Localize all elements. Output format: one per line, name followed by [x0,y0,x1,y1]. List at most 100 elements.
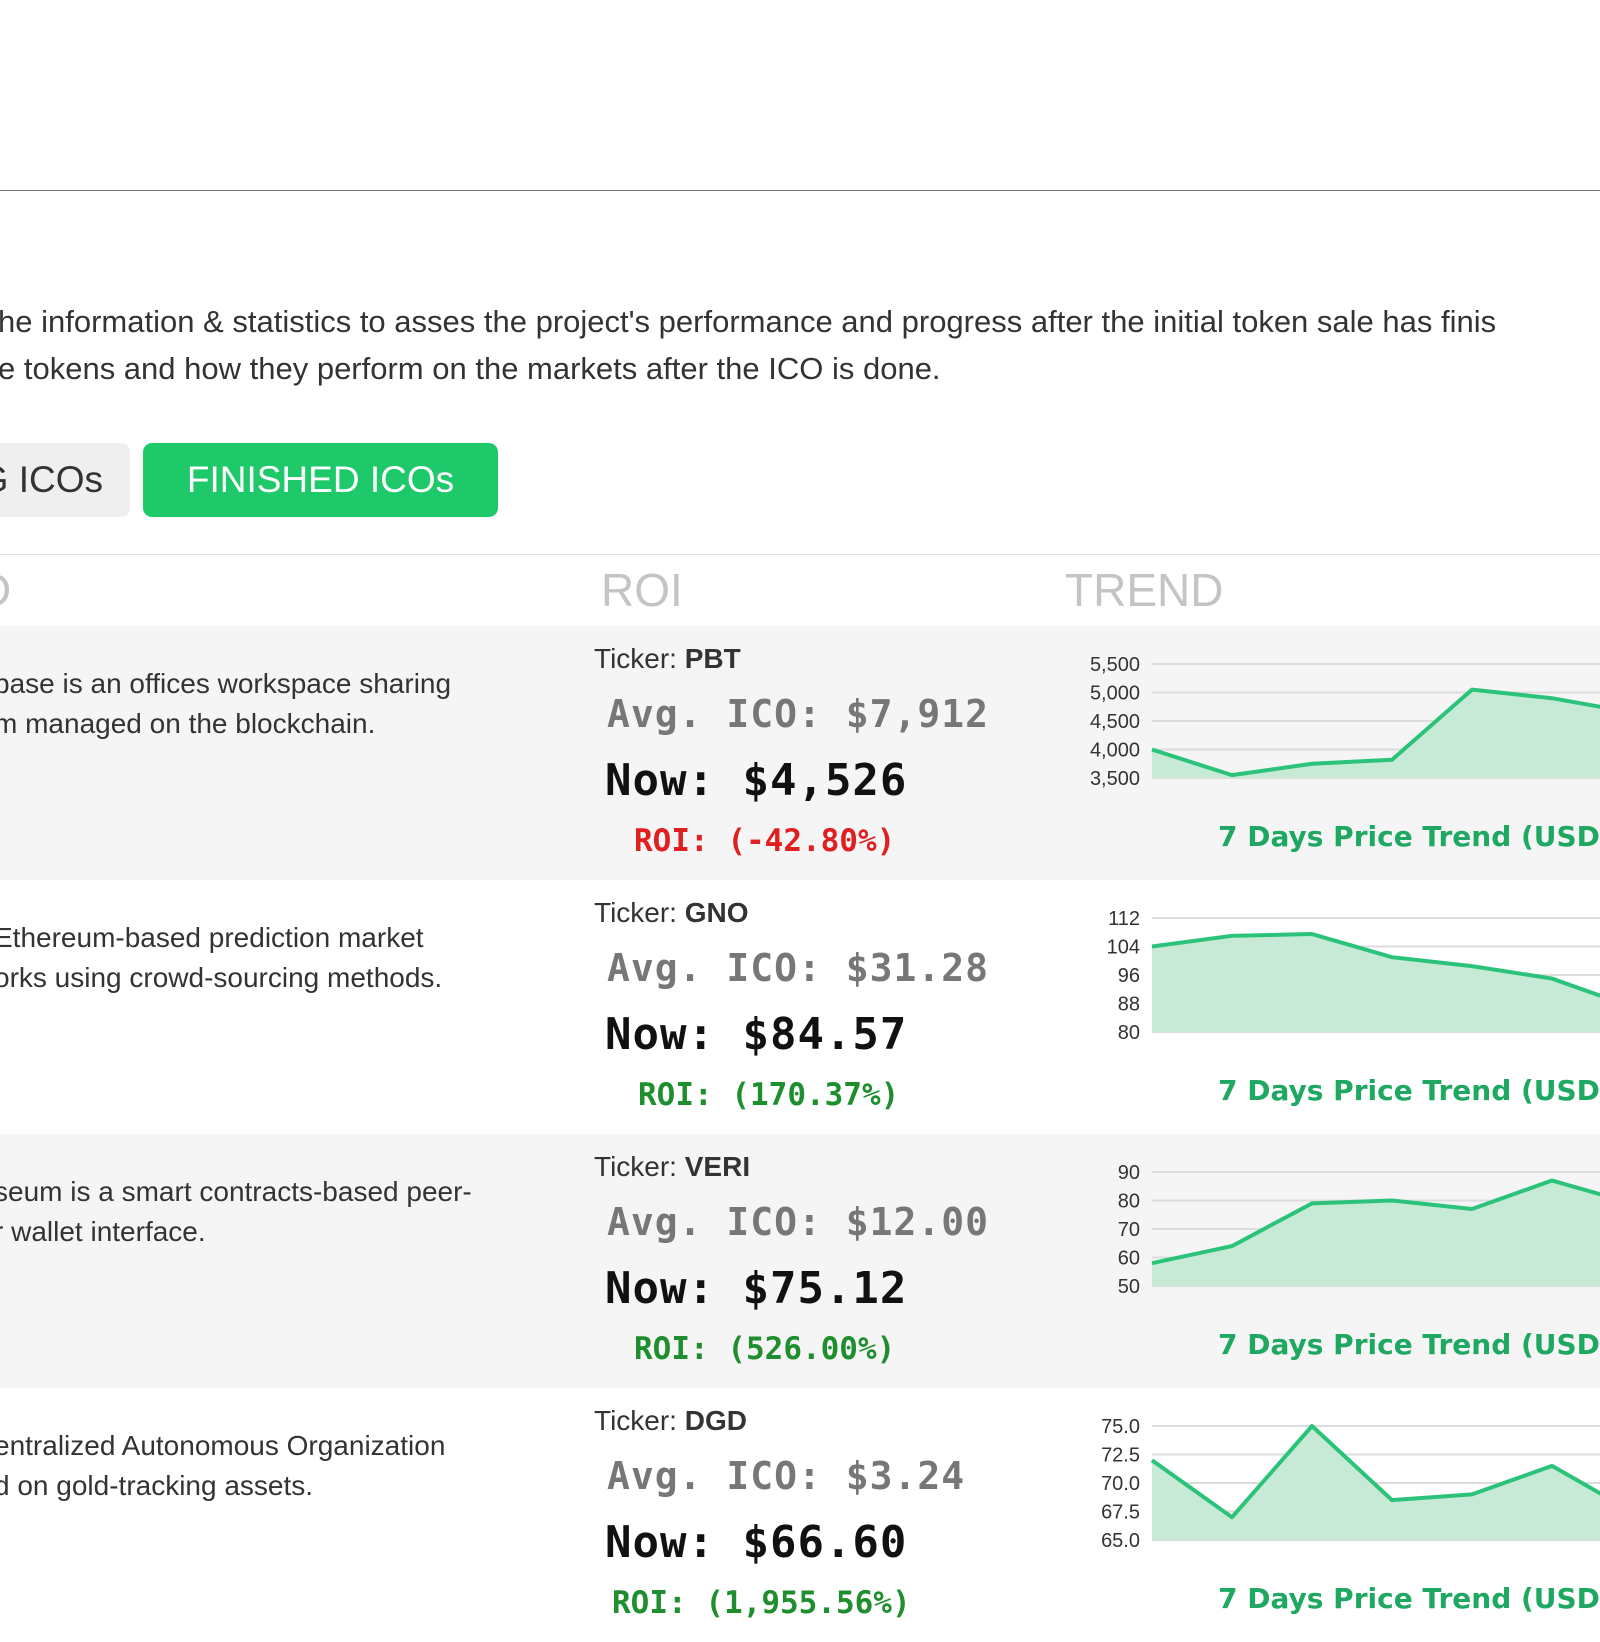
ticker-label: Ticker: [594,1151,677,1182]
y-tick-label: 3,500 [1090,768,1140,790]
roi-value: ROI: (1,955.56%) [612,1584,911,1622]
trend-area [1152,689,1600,778]
ticker-label: Ticker: [594,1405,677,1436]
ticker-symbol: GNO [684,897,749,928]
avg-ico-value: $3.24 [845,1454,966,1498]
ticker-label: Ticker: [594,897,677,928]
roi-label: ROI: [638,1077,713,1113]
avg-ico-price: Avg. ICO: $3.24 [607,1452,965,1500]
avg-ico-value: $31.28 [845,946,990,990]
y-tick-label: 70.0 [1101,1473,1140,1495]
y-tick-label: 60 [1118,1248,1140,1270]
ticker: Ticker: GNO [594,896,749,930]
row-description-line: r wallet interface. [0,1216,206,1247]
row-description: seum is a smart contracts-based peer-r w… [0,1172,472,1252]
intro-line-2: e tokens and how they perform on the mar… [0,351,941,386]
roi-label: ROI: [612,1585,687,1621]
column-header-trend: TREND [1065,564,1224,616]
y-tick-label: 104 [1107,937,1140,959]
y-tick-label: 4,000 [1090,740,1140,762]
trend-caption: 7 Days Price Trend (USD) [1218,1582,1600,1615]
ticker: Ticker: DGD [594,1404,747,1438]
table-row[interactable]: entralized Autonomous Organization d on g… [0,1388,1600,1642]
y-tick-label: 5,500 [1090,654,1140,676]
avg-ico-price: Avg. ICO: $7,912 [607,690,989,738]
upcoming-icos-tab[interactable]: G ICOs [0,443,130,517]
y-tick-label: 72.5 [1101,1445,1140,1467]
row-description-line: base is an offices workspace sharing [0,668,452,699]
ticker-symbol: DGD [684,1405,747,1436]
roi-value: ROI: (-42.80%) [634,822,895,860]
current-price-value: $66.60 [742,1517,908,1568]
avg-ico-label: Avg. ICO: [607,1200,822,1244]
roi-label: ROI: [634,1331,709,1367]
current-price-label: Now: [605,1009,715,1060]
table-row[interactable]: base is an offices workspace sharing m ma… [0,626,1600,880]
current-price-value: $75.12 [742,1263,908,1314]
row-description-line: Ethereum-based prediction market [0,922,424,953]
y-tick-label: 80 [1118,1022,1140,1044]
ticker-symbol: PBT [684,643,741,674]
roi-percentage: (-42.80%) [727,823,896,859]
upcoming-icos-tab-label: G ICOs [0,459,103,500]
y-tick-label: 112 [1108,908,1140,930]
table-row[interactable]: seum is a smart contracts-based peer-r w… [0,1134,1600,1388]
trend-caption: 7 Days Price Trend (USD) [1218,820,1600,853]
row-description: Ethereum-based prediction market orks usi… [0,918,442,998]
trend-caption: 7 Days Price Trend (USD) [1218,1074,1600,1107]
avg-ico-label: Avg. ICO: [607,1454,822,1498]
row-description-line: seum is a smart contracts-based peer- [0,1176,472,1207]
roi-value: ROI: (526.00%) [634,1330,895,1368]
roi-percentage: (1,955.56%) [705,1585,911,1621]
avg-ico-price: Avg. ICO: $31.28 [607,944,989,992]
y-tick-label: 88 [1118,994,1140,1016]
trend-chart: 5,500 5,000 4,500 4,000 3,500 [1090,654,1600,790]
table-row[interactable]: Ethereum-based prediction market orks usi… [0,880,1600,1134]
row-description: base is an offices workspace sharing m ma… [0,664,451,744]
trend-chart: 75.0 72.5 70.0 67.5 65.0 [1101,1416,1600,1552]
trend-caption: 7 Days Price Trend (USD) [1218,1328,1600,1361]
row-description-line: orks using crowd-sourcing methods. [0,962,443,993]
current-price: Now: $84.57 [605,1008,907,1062]
current-price: Now: $4,526 [605,754,907,808]
finished-icos-tab[interactable]: FINISHED ICOs [143,443,498,517]
intro-line-1: he information & statistics to asses the… [0,304,1497,339]
trend-area [1152,1180,1600,1286]
y-tick-label: 4,500 [1090,711,1140,733]
y-tick-label: 90 [1118,1162,1140,1184]
current-price-label: Now: [605,1517,715,1568]
avg-ico-label: Avg. ICO: [607,946,822,990]
ticker: Ticker: VERI [594,1150,750,1184]
y-tick-label: 70 [1118,1219,1140,1241]
current-price-label: Now: [605,755,715,806]
y-tick-label: 5,000 [1090,683,1140,705]
avg-ico-price: Avg. ICO: $12.00 [607,1198,989,1246]
roi-percentage: (170.37%) [731,1077,900,1113]
trend-chart: 112 104 96 88 80 [1107,908,1600,1044]
row-description: entralized Autonomous Organization d on g… [0,1426,445,1506]
current-price-value: $4,526 [742,755,908,806]
column-header-description: D [0,562,11,618]
y-tick-label: 50 [1118,1276,1140,1298]
table-top-border [0,554,1600,555]
intro-text: he information & statistics to asses the… [0,298,1496,392]
current-price: Now: $75.12 [605,1262,907,1316]
ticker: Ticker: PBT [594,642,741,676]
trend-chart: 90 80 70 60 50 [1118,1162,1600,1298]
trend-area [1152,934,1600,1032]
row-description-line: m managed on the blockchain. [0,708,376,739]
avg-ico-value: $7,912 [845,692,990,736]
avg-ico-label: Avg. ICO: [607,692,822,736]
y-tick-label: 96 [1118,965,1140,987]
roi-percentage: (526.00%) [727,1331,896,1367]
y-tick-label: 65.0 [1101,1530,1140,1552]
roi-value: ROI: (170.37%) [638,1076,899,1114]
ticker-symbol: VERI [684,1151,751,1182]
current-price-value: $84.57 [742,1009,908,1060]
avg-ico-value: $12.00 [845,1200,990,1244]
column-header-roi: ROI [601,564,683,616]
y-tick-label: 67.5 [1101,1502,1140,1524]
y-tick-label: 75.0 [1101,1416,1140,1438]
current-price-label: Now: [605,1263,715,1314]
roi-label: ROI: [634,823,709,859]
